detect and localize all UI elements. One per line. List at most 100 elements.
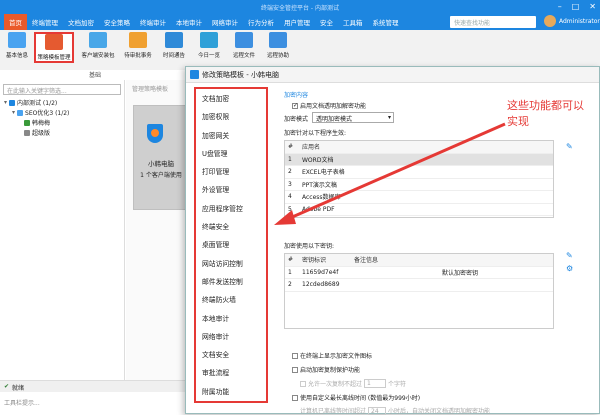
gear-icon[interactable]: ⚙ xyxy=(566,264,573,273)
checkbox-box[interactable] xyxy=(292,366,298,373)
today-overview-button[interactable]: 今日一览 xyxy=(192,32,226,59)
module-item[interactable]: U盘管理 xyxy=(196,144,266,162)
status-text: 就绪 xyxy=(12,385,25,392)
toolbar-label: 基本信息 xyxy=(5,53,28,59)
menu-tab[interactable]: 终端管理 xyxy=(27,14,63,30)
pending-approval-button[interactable]: 待审批事务 xyxy=(120,32,156,59)
module-item[interactable]: 网站访问控制 xyxy=(196,254,266,272)
module-item[interactable]: 终端防火墙 xyxy=(196,290,266,308)
time-notice-button[interactable]: 时间通告 xyxy=(158,32,190,59)
table-row[interactable]: 1 WORD文档 xyxy=(285,153,553,166)
module-item[interactable]: 加密网关 xyxy=(196,126,266,144)
template-card-count: 1 个客户端使用 xyxy=(140,172,182,179)
module-item[interactable]: 打印管理 xyxy=(196,162,266,180)
checkbox-label: 启动加密复制保护功能 xyxy=(300,367,361,374)
keys-label: 加密使用以下密钥: xyxy=(284,243,335,250)
template-panel-header: 管理策略模板 xyxy=(132,86,169,93)
mode-label: 加密模式 xyxy=(284,116,309,123)
table-header: # 密钥标识 备注信息 xyxy=(285,254,553,267)
table-row[interactable]: 5 Adobe PDF xyxy=(285,204,553,216)
user-name: Administrator xyxy=(559,17,600,25)
close-icon[interactable]: ✕ xyxy=(589,2,596,11)
checkbox-label: 在终端上显示加密文件图标 xyxy=(300,353,373,360)
menu-tab[interactable]: 系统管理 xyxy=(368,14,404,30)
module-item[interactable]: 邮件发送控制 xyxy=(196,272,266,290)
tree-group[interactable]: ▾ SEO优化3 (1/2) xyxy=(12,108,69,117)
module-item[interactable]: 外设管理 xyxy=(196,180,266,198)
menu-tab[interactable]: 终端审计 xyxy=(135,14,171,30)
copy-limit-input[interactable]: 1 xyxy=(364,379,387,388)
template-card[interactable]: 小韩电脑 1 个客户端使用 xyxy=(133,105,189,210)
offline-time-checkbox[interactable]: 使用自定义最长离线时间 (数值最为999小时) xyxy=(292,393,420,402)
tree-root[interactable]: ▾ 内部测试 (1/2) xyxy=(4,98,57,107)
checkbox-box[interactable] xyxy=(292,394,298,401)
table-row[interactable]: 3 PPT演示文稿 xyxy=(285,179,553,191)
pencil-icon[interactable]: ✎ xyxy=(566,142,573,151)
group-icon xyxy=(17,109,24,116)
avatar xyxy=(544,15,556,27)
toolbar-label: 时间通告 xyxy=(162,53,185,59)
module-item[interactable]: 加密权限 xyxy=(196,107,266,125)
remote-assist-button[interactable]: 远程协助 xyxy=(262,32,294,59)
remote-file-button[interactable]: 远程文件 xyxy=(228,32,260,59)
toolbar: 基本信息 策略模板管理 客户端安装包 待审批事务 时间通告 今日一览 远程文件 远程协助 xyxy=(0,30,600,70)
module-item[interactable]: 应用程序管控 xyxy=(196,199,266,217)
table-row[interactable]: 4 Access数据库 xyxy=(285,191,553,204)
mode-select-value: 透明加密模式 xyxy=(316,116,353,123)
table-cell: 11659d7e4f xyxy=(302,268,339,276)
tree-filter-input[interactable]: 在此输入关键字筛选... xyxy=(3,84,121,95)
toolbar-label: 策略模板管理 xyxy=(37,55,71,61)
checkbox-box[interactable] xyxy=(292,352,298,359)
menu-tab[interactable]: 网络审计 xyxy=(207,14,243,30)
offline-hours-input[interactable]: 24 xyxy=(368,406,387,415)
user-menu[interactable]: Administrator xyxy=(544,15,600,27)
tree-client-label: 韩梅梅 xyxy=(32,120,51,127)
mode-select[interactable]: 透明加密模式 ▾ xyxy=(312,112,394,123)
dialog-icon xyxy=(190,70,199,79)
basic-info-button[interactable]: 基本信息 xyxy=(2,32,32,59)
copy-protect-checkbox[interactable]: 启动加密复制保护功能 xyxy=(292,365,360,374)
copy-limit-checkbox[interactable]: 允许一次复制不超过 1 个字符 xyxy=(300,379,406,388)
menu-tab[interactable]: 行为分析 xyxy=(243,14,279,30)
policy-template-button[interactable]: 策略模板管理 xyxy=(34,32,74,63)
menu-tab[interactable]: 文档加密 xyxy=(63,14,99,30)
pencil-icon[interactable]: ✎ xyxy=(566,251,573,260)
table-row[interactable]: 2 12cded8689 xyxy=(285,279,553,292)
toolbar-group-label: 基础 xyxy=(88,72,101,79)
toolbar-label: 今日一览 xyxy=(197,53,220,59)
expand-icon[interactable]: ▾ xyxy=(12,109,15,116)
minimize-icon[interactable]: – xyxy=(558,2,562,11)
checkbox-box[interactable] xyxy=(292,102,298,109)
menu-tab[interactable]: 工具箱 xyxy=(338,14,368,30)
menu-tab[interactable]: 用户管理 xyxy=(279,14,315,30)
show-icon-checkbox[interactable]: 在终端上显示加密文件图标 xyxy=(292,351,372,360)
module-item[interactable]: 文档加密 xyxy=(196,89,266,107)
annotation-line: 实现 xyxy=(507,115,529,128)
menu-tab[interactable]: 安全策略 xyxy=(99,14,135,30)
maximize-icon[interactable]: □ xyxy=(572,2,580,11)
table-cell: EXCEL电子表格 xyxy=(302,169,345,177)
table-row[interactable]: 2 EXCEL电子表格 xyxy=(285,166,553,179)
module-item[interactable]: 终端安全 xyxy=(196,217,266,235)
module-item[interactable]: 本地审计 xyxy=(196,309,266,327)
module-item[interactable]: 附属功能 xyxy=(196,382,266,400)
module-item[interactable]: 文档安全 xyxy=(196,345,266,363)
checkbox-box[interactable] xyxy=(300,380,306,387)
remote-file-icon xyxy=(235,32,253,48)
table-row[interactable]: 1 11659d7e4f 默认加密密钥 xyxy=(285,267,553,279)
client-installer-button[interactable]: 客户端安装包 xyxy=(78,32,118,59)
table-cell: 备注信息 xyxy=(354,257,379,265)
expand-icon[interactable]: ▾ xyxy=(4,99,7,106)
tree-client[interactable]: 韩梅梅 xyxy=(24,118,50,127)
tree-client[interactable]: 超级版 xyxy=(24,128,50,137)
table-header: # 应用名 xyxy=(285,141,553,154)
enable-encryption-checkbox[interactable]: 启用文档透明加解密功能 xyxy=(292,101,366,110)
menu-tab[interactable]: 安全 xyxy=(315,14,338,30)
section-title: 加密内容 xyxy=(284,92,309,99)
menu-tab[interactable]: 首页 xyxy=(4,14,27,30)
menu-tab[interactable]: 本地审计 xyxy=(171,14,207,30)
search-input[interactable]: 快速查找功能 xyxy=(450,16,536,28)
module-item[interactable]: 审批流程 xyxy=(196,363,266,381)
module-item[interactable]: 桌面管理 xyxy=(196,235,266,253)
module-item[interactable]: 网络审计 xyxy=(196,327,266,345)
